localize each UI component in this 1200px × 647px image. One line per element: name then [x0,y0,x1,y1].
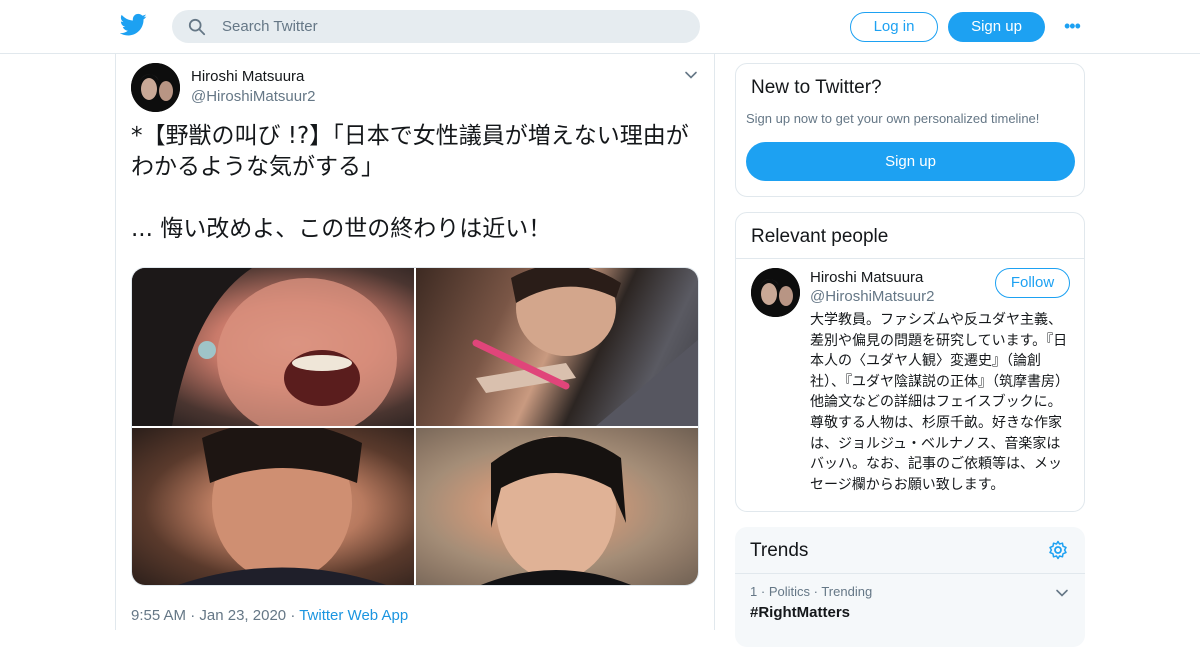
person-bio: 大学教員。ファシズムや反ユダヤ主義、差別や偏見の問題を研究しています。『日本人の… [810,312,1069,493]
trend-name-link[interactable]: #RightMatters [750,604,850,621]
avatar-image [131,63,180,112]
card-subtitle: Sign up now to get your own personalized… [746,111,1040,126]
trend-rank: 1 [750,584,758,599]
follow-button[interactable]: Follow [995,268,1070,298]
card-header: Relevant people [736,213,1084,259]
more-options-icon[interactable]: ••• [1064,17,1086,35]
search-box[interactable] [172,10,700,43]
tweet-photo-1-image [132,268,397,438]
twitter-bird-icon[interactable] [120,13,147,37]
tweet-author-handle[interactable]: @HiroshiMatsuur2 [191,88,315,105]
divider [735,573,1085,574]
tweet-source-link[interactable]: Twitter Web App [299,607,408,624]
card-title: Relevant people [751,226,889,247]
separator-dot: · [760,584,769,599]
trend-meta: 1 · Politics · Trending [750,584,872,599]
tweet-photo-3-image [178,421,386,585]
tweet-text: *【野獣の叫び !?】「日本で女性議員が増えない理由がわかるような気がする」 .… [131,123,689,242]
tweet-time[interactable]: 9:55 AM [131,607,186,624]
search-input[interactable] [222,10,682,43]
avatar[interactable] [751,268,800,317]
tweet-author-name[interactable]: Hiroshi Matsuura [191,68,304,85]
signup-button[interactable]: Sign up [948,12,1045,42]
card-title: Trends [750,540,809,561]
new-to-twitter-card: New to Twitter? Sign up now to get your … [735,63,1085,197]
chevron-down-icon[interactable] [684,68,698,82]
top-navigation-bar: Log in Sign up ••• [0,0,1200,54]
avatar[interactable] [131,63,180,112]
trends-card: Trends 1 · Politics · Trending #RightMat… [735,527,1085,647]
card-title: New to Twitter? [751,77,882,98]
person-name[interactable]: Hiroshi Matsuura [810,269,923,286]
tweet-detail: Hiroshi Matsuura @HiroshiMatsuur2 *【野獣の叫… [115,54,715,630]
avatar-image [751,268,800,317]
login-button[interactable]: Log in [850,12,938,42]
gear-icon[interactable] [1048,540,1068,560]
chevron-down-icon[interactable] [1055,586,1069,600]
tweet-date[interactable]: Jan 23, 2020 [199,607,286,624]
tweet-photo-3[interactable] [132,421,414,585]
tweet-media-grid[interactable] [131,267,699,586]
relevant-people-card: Relevant people Hiroshi Matsuura @Hirosh… [735,212,1085,512]
tweet-photo-4[interactable] [416,428,698,585]
trend-category: Politics [768,584,810,599]
search-icon [188,18,206,36]
sidebar-signup-button[interactable]: Sign up [746,142,1075,181]
tweet-photo-1[interactable] [132,268,414,438]
trend-status: Trending [821,584,873,599]
tweet-photo-2-image [472,268,698,426]
person-handle[interactable]: @HiroshiMatsuur2 [810,288,934,305]
separator-dot: · [190,607,200,624]
tweet-photo-4-image [481,436,631,585]
tweet-metadata: 9:55 AM · Jan 23, 2020 · Twitter Web App [131,607,408,624]
separator-dot: · [290,607,300,624]
tweet-photo-2[interactable] [416,268,698,426]
